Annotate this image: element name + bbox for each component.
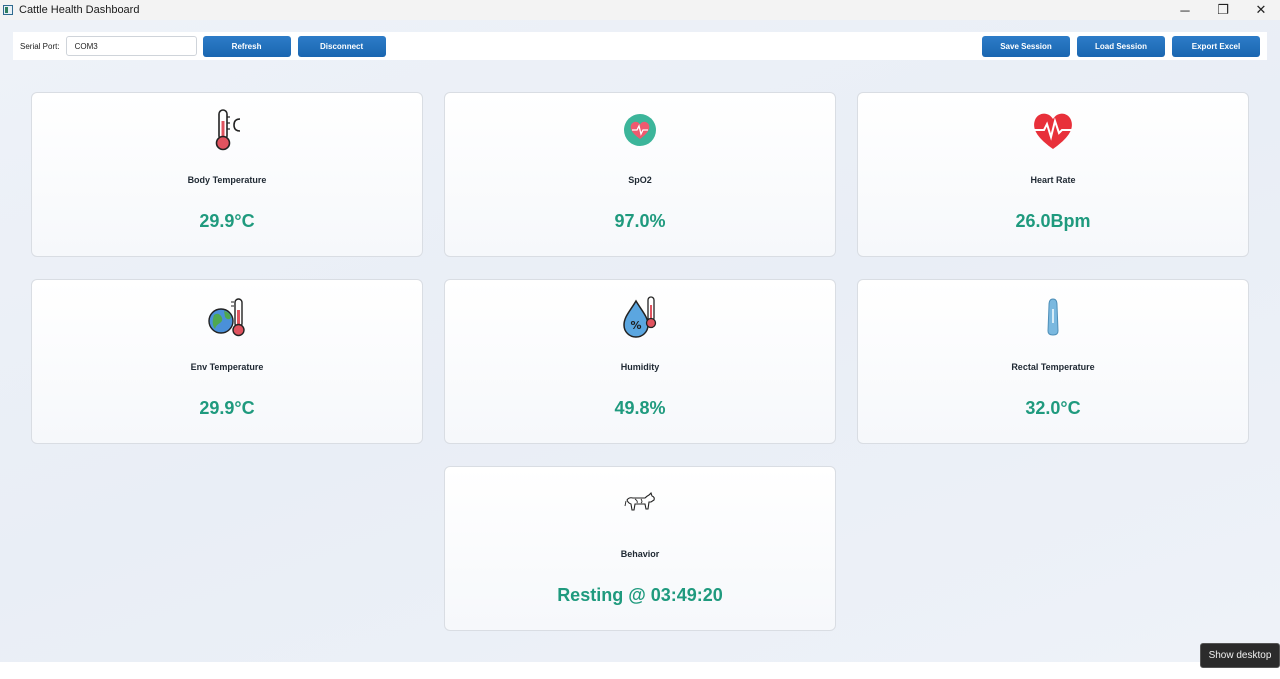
card-label: Rectal Temperature bbox=[1011, 362, 1095, 372]
export-excel-button[interactable]: Export Excel bbox=[1172, 36, 1260, 57]
restore-button[interactable]: ❐ bbox=[1204, 0, 1242, 20]
minimize-button[interactable]: ─ bbox=[1166, 0, 1204, 20]
window-controls: ─ ❐ ✕ bbox=[1166, 0, 1280, 20]
humidity-card: % Humidity 49.8% bbox=[444, 279, 836, 444]
card-label: Humidity bbox=[620, 362, 660, 372]
app-icon bbox=[3, 5, 13, 15]
card-value: 32.0°C bbox=[1025, 398, 1081, 418]
heart-pulse-icon bbox=[1030, 107, 1076, 153]
card-label: Behavior bbox=[620, 549, 660, 559]
card-label: SpO2 bbox=[628, 175, 652, 185]
dashboard-area: Serial Port: Refresh Disconnect Save Ses… bbox=[0, 20, 1280, 662]
thermometer-icon bbox=[204, 107, 250, 153]
card-value: 97.0% bbox=[614, 211, 666, 231]
cow-icon bbox=[617, 481, 663, 527]
card-value: Resting @ 03:49:20 bbox=[557, 585, 723, 605]
card-label: Heart Rate bbox=[1030, 175, 1076, 185]
body-temperature-card: Body Temperature 29.9°C bbox=[31, 92, 423, 257]
behavior-card: Behavior Resting @ 03:49:20 bbox=[444, 466, 836, 631]
rectal-temperature-card: Rectal Temperature 32.0°C bbox=[857, 279, 1249, 444]
close-button[interactable]: ✕ bbox=[1242, 0, 1280, 20]
rectal-probe-icon bbox=[1030, 294, 1076, 340]
toolbar: Serial Port: Refresh Disconnect Save Ses… bbox=[13, 32, 1267, 60]
card-value: 49.8% bbox=[614, 398, 666, 418]
card-value: 29.9°C bbox=[199, 398, 255, 418]
show-desktop-tooltip: Show desktop bbox=[1200, 643, 1280, 668]
heart-rate-card: Heart Rate 26.0Bpm bbox=[857, 92, 1249, 257]
window-title: Cattle Health Dashboard bbox=[19, 4, 140, 16]
spo2-heart-icon bbox=[617, 107, 663, 153]
refresh-button[interactable]: Refresh bbox=[202, 35, 291, 57]
serial-port-input[interactable] bbox=[65, 36, 197, 56]
load-session-button[interactable]: Load Session bbox=[1077, 36, 1165, 57]
spo2-card: SpO2 97.0% bbox=[444, 92, 836, 257]
save-session-button[interactable]: Save Session bbox=[982, 36, 1070, 57]
disconnect-button[interactable]: Disconnect bbox=[297, 35, 386, 57]
globe-thermometer-icon bbox=[204, 294, 250, 340]
card-label: Env Temperature bbox=[190, 362, 264, 372]
card-label: Body Temperature bbox=[187, 175, 267, 185]
card-value: 26.0Bpm bbox=[1015, 211, 1091, 231]
bottom-strip bbox=[0, 662, 1280, 679]
humidity-drop-icon: % bbox=[617, 294, 663, 340]
serial-port-label: Serial Port: bbox=[20, 41, 60, 51]
session-buttons: Save Session Load Session Export Excel bbox=[982, 36, 1260, 57]
title-bar: Cattle Health Dashboard ─ ❐ ✕ bbox=[0, 0, 1280, 20]
card-value: 29.9°C bbox=[199, 211, 255, 231]
env-temperature-card: Env Temperature 29.9°C bbox=[31, 279, 423, 444]
svg-text:%: % bbox=[630, 319, 641, 332]
